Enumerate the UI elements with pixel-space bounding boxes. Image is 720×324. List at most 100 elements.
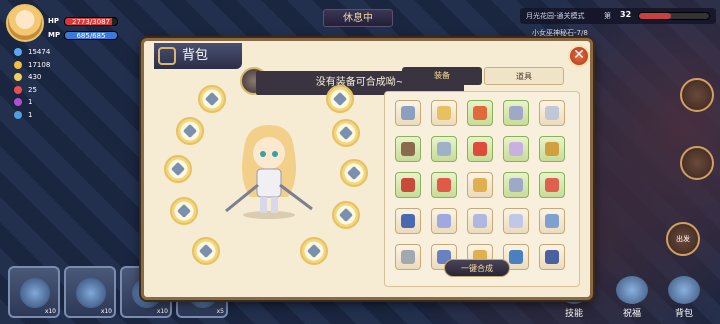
inventory-slot[interactable] — [395, 172, 421, 198]
equipment-icon — [509, 178, 523, 192]
bag-label: 背包 — [674, 309, 693, 319]
equipment-icon — [437, 142, 451, 156]
stat-row: 1 — [14, 96, 84, 108]
stage-info[interactable]: 月光花园-通关模式 第 32 — [520, 8, 716, 24]
inventory-slot[interactable] — [395, 208, 421, 234]
equip-slot-boots[interactable] — [332, 201, 360, 229]
equipment-icon — [509, 214, 523, 228]
inventory-slot[interactable] — [395, 244, 421, 270]
fast-forward-icon[interactable] — [680, 146, 714, 180]
inventory-slot[interactable] — [431, 136, 457, 162]
bless-label: 祝福 — [622, 309, 641, 319]
equip-slot-shoulder[interactable] — [198, 85, 226, 113]
equipment-icon — [401, 214, 415, 228]
equipment-icon — [509, 106, 523, 120]
equipment-icon — [437, 106, 451, 120]
bag-panel: 背包 ✕ 没有装备可合成呦~ 装备 道具 一键合成 — [141, 38, 593, 300]
inventory-slot[interactable] — [503, 208, 529, 234]
stat-row: 17108 — [14, 59, 84, 71]
stat-row: 1 — [14, 109, 84, 121]
inventory-slot[interactable] — [431, 208, 457, 234]
bless-button[interactable]: 祝福 — [610, 276, 654, 320]
equipment-icon — [473, 214, 487, 228]
demon-icon — [14, 98, 22, 106]
stat-value: 1 — [28, 110, 33, 119]
tab-equipment[interactable]: 装备 — [402, 67, 482, 85]
inventory-slot[interactable] — [539, 208, 565, 234]
equipment-icon — [473, 106, 487, 120]
inventory-slot[interactable] — [467, 172, 493, 198]
equipment-icon — [401, 178, 415, 192]
inventory-slot[interactable] — [395, 100, 421, 126]
inventory-slot[interactable] — [467, 100, 493, 126]
bag-tabs: 装备 道具 — [392, 67, 572, 85]
gold-coin-icon — [14, 60, 22, 69]
inventory-slot[interactable] — [503, 136, 529, 162]
inventory-slot[interactable] — [395, 136, 421, 162]
hp-bar: 2773/3087 — [64, 17, 118, 26]
player-avatar[interactable] — [6, 4, 44, 42]
stat-value: 430 — [28, 73, 42, 81]
equipment-icon — [437, 214, 451, 228]
inventory-slot[interactable] — [431, 100, 457, 126]
equip-slot-accessory[interactable] — [300, 237, 328, 265]
one-click-merge-button[interactable]: 一键合成 — [444, 259, 510, 277]
equip-slot-cloak[interactable] — [332, 119, 360, 147]
inventory-slot[interactable] — [539, 244, 565, 270]
equip-slot-armor[interactable] — [340, 159, 368, 187]
quest-tracker[interactable]: 小女巫神秘石-7/8 — [532, 28, 588, 38]
equipment-icon — [473, 142, 487, 156]
inventory-slot[interactable] — [539, 100, 565, 126]
key-icon — [14, 110, 22, 119]
inventory-slot[interactable] — [467, 136, 493, 162]
slot-count: x5 — [216, 308, 224, 315]
bag-icon — [158, 47, 176, 65]
player-status: HP 2773/3087 MP 685/685 — [6, 4, 121, 44]
hp-row: HP 2773/3087 — [48, 17, 120, 27]
resource-stats: 15474 17108 430 25 1 1 — [14, 46, 84, 121]
skill-slot[interactable]: x10 — [64, 266, 116, 318]
arrow-icon[interactable] — [680, 78, 714, 112]
level-prefix: 第 — [604, 12, 611, 20]
bag-button[interactable]: 背包 — [662, 276, 706, 320]
equip-slot-belt[interactable] — [170, 197, 198, 225]
equipment-icon — [545, 214, 559, 228]
equip-slot-weapon[interactable] — [192, 237, 220, 265]
stage-mode: 月光花园-通关模式 — [526, 12, 585, 20]
inventory-slot[interactable] — [503, 100, 529, 126]
equipment-icon — [473, 178, 487, 192]
close-button[interactable]: ✕ — [568, 45, 590, 67]
inventory-slot[interactable] — [503, 172, 529, 198]
skill-icon — [76, 278, 106, 308]
stat-row: 15474 — [14, 46, 84, 58]
equipment-icon — [437, 178, 451, 192]
inventory-slot[interactable] — [539, 172, 565, 198]
panel-title: 背包 — [182, 48, 209, 63]
inventory-slot[interactable] — [467, 208, 493, 234]
equip-slot-necklace[interactable] — [176, 117, 204, 145]
sword-icon — [14, 48, 22, 56]
mp-bar: 685/685 — [64, 31, 118, 40]
skill-slot[interactable]: x10 — [8, 266, 60, 318]
hp-value: 2773/3087 — [72, 18, 110, 26]
tab-items[interactable]: 道具 — [484, 67, 564, 85]
equipment-icon — [509, 250, 523, 264]
inventory-slot[interactable] — [431, 172, 457, 198]
stat-value: 25 — [28, 85, 37, 94]
rest-status-tag: 休息中 — [323, 9, 393, 27]
bag-icon — [668, 276, 700, 304]
inventory-slot[interactable] — [539, 136, 565, 162]
equipment-icon — [545, 178, 559, 192]
level-progress-bar — [638, 12, 710, 20]
depart-button[interactable]: 出发 — [666, 222, 700, 256]
equipment-icon — [545, 106, 559, 120]
equip-slot-gloves[interactable] — [326, 85, 354, 113]
equip-slot-ring[interactable] — [164, 155, 192, 183]
bless-icon — [616, 276, 648, 304]
inventory-grid — [384, 91, 580, 287]
slot-count: x10 — [44, 308, 56, 315]
slot-count: x10 — [156, 308, 168, 315]
equipment-icon — [509, 142, 523, 156]
equipment-icon — [545, 142, 559, 156]
character-portrait — [225, 125, 313, 219]
